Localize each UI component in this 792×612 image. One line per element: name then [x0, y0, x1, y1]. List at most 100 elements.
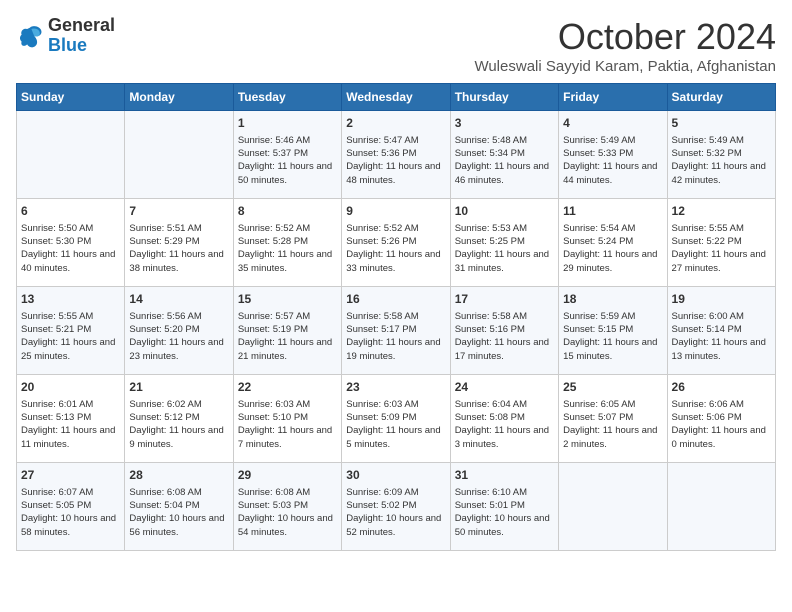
- day-number: 31: [455, 467, 554, 484]
- day-info: Sunrise: 6:06 AM Sunset: 5:06 PM Dayligh…: [672, 398, 771, 451]
- calendar-cell: 30Sunrise: 6:09 AM Sunset: 5:02 PM Dayli…: [342, 463, 450, 551]
- day-number: 17: [455, 291, 554, 308]
- day-info: Sunrise: 6:08 AM Sunset: 5:04 PM Dayligh…: [129, 486, 228, 539]
- calendar-cell: 21 Sunrise: 6:02 AM Sunset: 5:12 PM Dayli…: [125, 375, 233, 463]
- day-info: Sunrise: 5:48 AM Sunset: 5:34 PM Dayligh…: [455, 134, 554, 187]
- day-info: Sunrise: 5:55 AM Sunset: 5:21 PM Dayligh…: [21, 310, 120, 363]
- day-info: Sunrise: 5:55 AM Sunset: 5:22 PM Dayligh…: [672, 222, 771, 275]
- day-info: Sunrise: 5:58 AM Sunset: 5:16 PM Dayligh…: [455, 310, 554, 363]
- calendar-cell: 7 Sunrise: 5:51 AM Sunset: 5:29 PM Daylig…: [125, 199, 233, 287]
- day-info: Sunrise: 5:51 AM Sunset: 5:29 PM Dayligh…: [129, 222, 228, 275]
- calendar-header-row: SundayMondayTuesdayWednesdayThursdayFrid…: [17, 84, 776, 111]
- logo-blue: Blue: [48, 35, 87, 55]
- calendar-cell: [667, 463, 775, 551]
- day-info: Sunrise: 5:47 AM Sunset: 5:36 PM Dayligh…: [346, 134, 445, 187]
- day-info: Sunrise: 5:54 AM Sunset: 5:24 PM Dayligh…: [563, 222, 662, 275]
- calendar-cell: 1 Sunrise: 5:46 AM Sunset: 5:37 PM Daylig…: [233, 111, 341, 199]
- day-info: Sunrise: 5:50 AM Sunset: 5:30 PM Dayligh…: [21, 222, 120, 275]
- day-number: 18: [563, 291, 662, 308]
- day-number: 21: [129, 379, 228, 396]
- day-number: 5: [672, 115, 771, 132]
- day-info: Sunrise: 5:58 AM Sunset: 5:17 PM Dayligh…: [346, 310, 445, 363]
- day-number: 2: [346, 115, 445, 132]
- week-row-1: 1 Sunrise: 5:46 AM Sunset: 5:37 PM Daylig…: [17, 111, 776, 199]
- day-info: Sunrise: 6:08 AM Sunset: 5:03 PM Dayligh…: [238, 486, 337, 539]
- calendar-cell: 10Sunrise: 5:53 AM Sunset: 5:25 PM Dayli…: [450, 199, 558, 287]
- day-info: Sunrise: 6:07 AM Sunset: 5:05 PM Dayligh…: [21, 486, 120, 539]
- day-number: 23: [346, 379, 445, 396]
- day-number: 9: [346, 203, 445, 220]
- day-number: 6: [21, 203, 120, 220]
- calendar-cell: 16 Sunrise: 5:58 AM Sunset: 5:17 PM Dayli…: [342, 287, 450, 375]
- calendar-cell: 20 Sunrise: 6:01 AM Sunset: 5:13 PM Dayli…: [17, 375, 125, 463]
- day-header-wednesday: Wednesday: [342, 84, 450, 111]
- day-info: Sunrise: 5:59 AM Sunset: 5:15 PM Dayligh…: [563, 310, 662, 363]
- day-info: Sunrise: 5:52 AM Sunset: 5:28 PM Dayligh…: [238, 222, 337, 275]
- calendar-cell: 9Sunrise: 5:52 AM Sunset: 5:26 PM Daylig…: [342, 199, 450, 287]
- day-info: Sunrise: 5:49 AM Sunset: 5:33 PM Dayligh…: [563, 134, 662, 187]
- day-header-thursday: Thursday: [450, 84, 558, 111]
- week-row-4: 20 Sunrise: 6:01 AM Sunset: 5:13 PM Dayli…: [17, 375, 776, 463]
- day-info: Sunrise: 6:02 AM Sunset: 5:12 PM Dayligh…: [129, 398, 228, 451]
- day-header-saturday: Saturday: [667, 84, 775, 111]
- day-number: 12: [672, 203, 771, 220]
- day-number: 28: [129, 467, 228, 484]
- day-number: 15: [238, 291, 337, 308]
- logo-text: General Blue: [48, 16, 115, 56]
- day-header-monday: Monday: [125, 84, 233, 111]
- week-row-2: 6 Sunrise: 5:50 AM Sunset: 5:30 PM Daylig…: [17, 199, 776, 287]
- week-row-3: 13 Sunrise: 5:55 AM Sunset: 5:21 PM Dayli…: [17, 287, 776, 375]
- day-info: Sunrise: 5:56 AM Sunset: 5:20 PM Dayligh…: [129, 310, 228, 363]
- logo: General Blue: [16, 16, 115, 56]
- calendar-cell: 25 Sunrise: 6:05 AM Sunset: 5:07 PM Dayli…: [559, 375, 667, 463]
- calendar-cell: 31 Sunrise: 6:10 AM Sunset: 5:01 PM Dayli…: [450, 463, 558, 551]
- calendar-cell: 26 Sunrise: 6:06 AM Sunset: 5:06 PM Dayli…: [667, 375, 775, 463]
- day-info: Sunrise: 6:03 AM Sunset: 5:09 PM Dayligh…: [346, 398, 445, 451]
- day-number: 4: [563, 115, 662, 132]
- calendar-cell: 13 Sunrise: 5:55 AM Sunset: 5:21 PM Dayli…: [17, 287, 125, 375]
- calendar-cell: 11Sunrise: 5:54 AM Sunset: 5:24 PM Dayli…: [559, 199, 667, 287]
- calendar-cell: 27Sunrise: 6:07 AM Sunset: 5:05 PM Dayli…: [17, 463, 125, 551]
- calendar-cell: 14 Sunrise: 5:56 AM Sunset: 5:20 PM Dayli…: [125, 287, 233, 375]
- title-area: October 2024 Wuleswali Sayyid Karam, Pak…: [474, 16, 776, 75]
- day-header-tuesday: Tuesday: [233, 84, 341, 111]
- day-info: Sunrise: 5:53 AM Sunset: 5:25 PM Dayligh…: [455, 222, 554, 275]
- calendar-cell: 18 Sunrise: 5:59 AM Sunset: 5:15 PM Dayli…: [559, 287, 667, 375]
- day-info: Sunrise: 6:05 AM Sunset: 5:07 PM Dayligh…: [563, 398, 662, 451]
- day-number: 20: [21, 379, 120, 396]
- calendar-cell: 8 Sunrise: 5:52 AM Sunset: 5:28 PM Daylig…: [233, 199, 341, 287]
- day-number: 22: [238, 379, 337, 396]
- calendar-cell: 4 Sunrise: 5:49 AM Sunset: 5:33 PM Daylig…: [559, 111, 667, 199]
- calendar-cell: 22 Sunrise: 6:03 AM Sunset: 5:10 PM Dayli…: [233, 375, 341, 463]
- day-info: Sunrise: 6:10 AM Sunset: 5:01 PM Dayligh…: [455, 486, 554, 539]
- calendar-cell: 12 Sunrise: 5:55 AM Sunset: 5:22 PM Dayli…: [667, 199, 775, 287]
- day-number: 19: [672, 291, 771, 308]
- calendar-cell: [559, 463, 667, 551]
- week-row-5: 27Sunrise: 6:07 AM Sunset: 5:05 PM Dayli…: [17, 463, 776, 551]
- day-header-friday: Friday: [559, 84, 667, 111]
- day-number: 7: [129, 203, 228, 220]
- day-number: 8: [238, 203, 337, 220]
- day-info: Sunrise: 5:46 AM Sunset: 5:37 PM Dayligh…: [238, 134, 337, 187]
- day-number: 13: [21, 291, 120, 308]
- day-number: 25: [563, 379, 662, 396]
- day-number: 26: [672, 379, 771, 396]
- month-title: October 2024: [474, 16, 776, 58]
- calendar-cell: 28 Sunrise: 6:08 AM Sunset: 5:04 PM Dayli…: [125, 463, 233, 551]
- day-info: Sunrise: 5:49 AM Sunset: 5:32 PM Dayligh…: [672, 134, 771, 187]
- page-header: General Blue October 2024 Wuleswali Sayy…: [16, 16, 776, 75]
- day-number: 3: [455, 115, 554, 132]
- calendar-cell: 2 Sunrise: 5:47 AM Sunset: 5:36 PM Daylig…: [342, 111, 450, 199]
- calendar-cell: 17 Sunrise: 5:58 AM Sunset: 5:16 PM Dayli…: [450, 287, 558, 375]
- day-number: 14: [129, 291, 228, 308]
- day-header-sunday: Sunday: [17, 84, 125, 111]
- day-info: Sunrise: 6:03 AM Sunset: 5:10 PM Dayligh…: [238, 398, 337, 451]
- calendar-cell: [125, 111, 233, 199]
- calendar-cell: 23 Sunrise: 6:03 AM Sunset: 5:09 PM Dayli…: [342, 375, 450, 463]
- day-number: 30: [346, 467, 445, 484]
- day-info: Sunrise: 6:04 AM Sunset: 5:08 PM Dayligh…: [455, 398, 554, 451]
- calendar-cell: 6 Sunrise: 5:50 AM Sunset: 5:30 PM Daylig…: [17, 199, 125, 287]
- day-number: 16: [346, 291, 445, 308]
- day-number: 1: [238, 115, 337, 132]
- day-info: Sunrise: 6:01 AM Sunset: 5:13 PM Dayligh…: [21, 398, 120, 451]
